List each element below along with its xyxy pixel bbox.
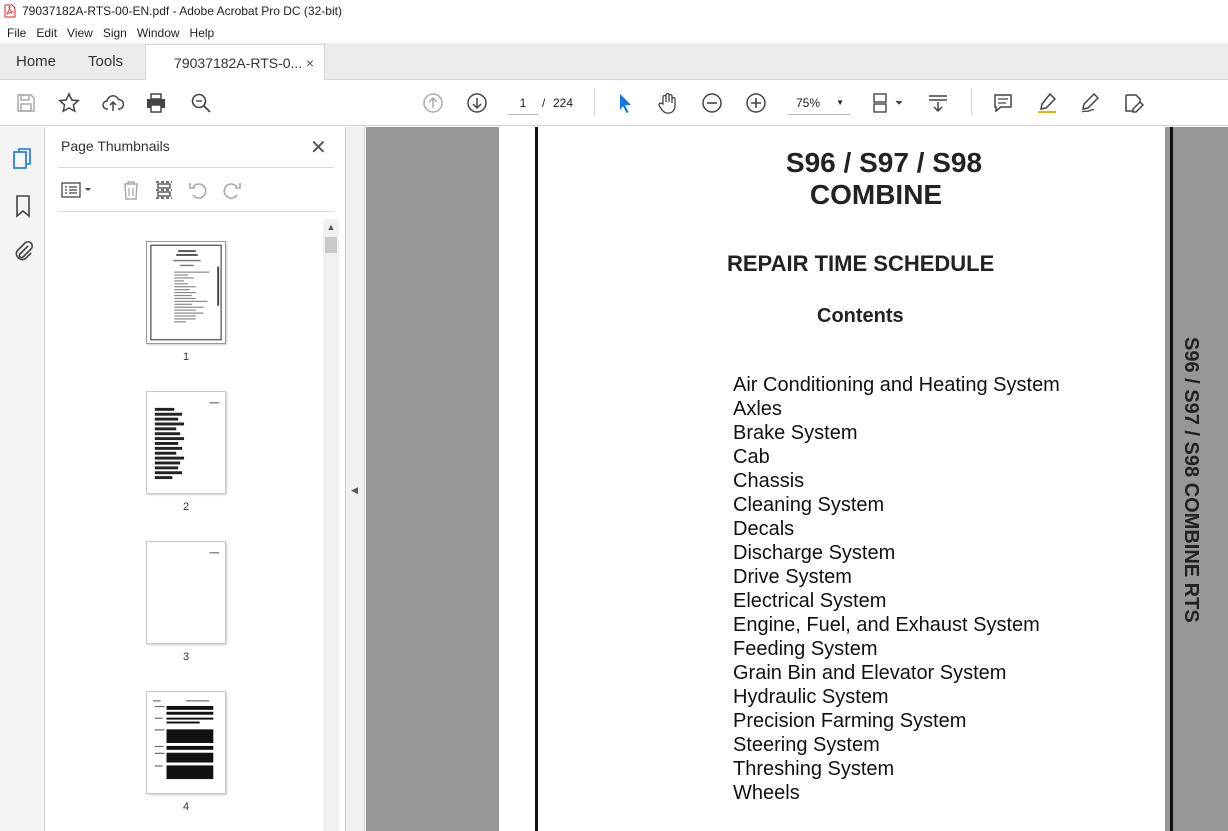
main-toolbar: 1 / 224 75% ▼ <box>0 80 1228 126</box>
print-icon[interactable] <box>144 91 168 115</box>
chevron-down-icon: ▼ <box>836 98 844 107</box>
toc-item: Engine, Fuel, and Exhaust System <box>733 614 1040 636</box>
page-fit-icon[interactable] <box>870 91 906 115</box>
document-title: S96 / S97 / S98 <box>785 147 983 178</box>
highlight-icon[interactable] <box>1035 91 1059 115</box>
thumbnail-page-number: 2 <box>182 501 190 513</box>
divider <box>58 211 334 212</box>
toc-item: Precision Farming System <box>733 710 967 732</box>
navigation-rail <box>0 127 45 831</box>
edit-pdf-icon[interactable] <box>1122 91 1146 115</box>
toolbar-divider <box>971 88 972 116</box>
document-subtitle: REPAIR TIME SCHEDULE <box>727 251 995 276</box>
tab-document-label: 79037182A-RTS-0... <box>174 54 303 71</box>
toc-item: Drive System <box>733 566 852 588</box>
save-icon[interactable] <box>14 91 38 115</box>
thumbnail-page-number: 4 <box>182 801 190 813</box>
tab-close-icon[interactable]: × <box>306 55 314 71</box>
bookmark-star-icon[interactable] <box>57 91 81 115</box>
thumbnail-page[interactable] <box>146 391 226 494</box>
toc-item: Air Conditioning and Heating System <box>733 374 1060 396</box>
zoom-level-value: 75% <box>796 96 821 110</box>
scrollbar-thumb[interactable] <box>325 237 337 253</box>
acrobat-app-icon <box>4 4 16 18</box>
tab-document[interactable]: 79037182A-RTS-0... × <box>145 44 326 80</box>
toc-item: Electrical System <box>733 590 887 612</box>
thumbnail-page-number: 3 <box>182 651 190 663</box>
toc-item: Threshing System <box>733 758 895 780</box>
select-cursor-icon[interactable] <box>613 91 637 115</box>
close-icon[interactable]: ✕ <box>310 135 327 160</box>
menu-window[interactable]: Window <box>132 26 185 40</box>
comment-icon[interactable] <box>991 91 1015 115</box>
toolbar-divider <box>594 88 595 116</box>
pdf-page: S96 / S97 / S98 COMBINE REPAIR TIME SCHE… <box>499 127 1202 831</box>
table-of-contents: Air Conditioning and Heating System Axle… <box>733 373 1060 805</box>
divider <box>58 167 334 168</box>
toc-item: Axles <box>733 398 782 420</box>
title-bar: 79037182A-RTS-00-EN.pdf - Adobe Acrobat … <box>0 0 1228 22</box>
document-viewer[interactable]: S96 / S97 / S98 COMBINE REPAIR TIME SCHE… <box>366 127 1228 831</box>
toc-item: Decals <box>733 518 795 540</box>
prev-page-icon[interactable] <box>421 91 445 115</box>
page-thumbnails-icon[interactable] <box>11 147 35 171</box>
upload-icon[interactable] <box>101 91 125 115</box>
zoom-in-icon[interactable] <box>744 91 768 115</box>
document-title-line2: COMBINE <box>809 179 943 210</box>
thumbnail-scrollbar[interactable]: ▲ <box>323 219 339 831</box>
page-number-input[interactable]: 1 <box>508 91 538 115</box>
panel-collapse-bar[interactable]: ◀ <box>346 127 365 831</box>
tab-bar: Home Tools 79037182A-RTS-0... × <box>0 43 1228 80</box>
collapse-arrow-icon[interactable]: ◀ <box>351 485 358 496</box>
bookmarks-icon[interactable] <box>11 194 35 218</box>
sign-icon[interactable] <box>1079 91 1103 115</box>
rotate-left-icon[interactable] <box>185 177 211 203</box>
menu-bar: File Edit View Sign Window Help <box>0 22 1228 43</box>
page-total: 224 <box>553 96 574 110</box>
next-page-icon[interactable] <box>465 91 489 115</box>
thumbnail-page[interactable] <box>146 691 226 794</box>
menu-help[interactable]: Help <box>185 26 220 40</box>
toc-item: Brake System <box>733 422 858 444</box>
menu-edit[interactable]: Edit <box>31 26 62 40</box>
hand-icon[interactable] <box>656 91 680 115</box>
toc-item: Grain Bin and Elevator System <box>733 662 1007 684</box>
rotate-right-icon[interactable] <box>219 177 245 203</box>
toc-item: Chassis <box>733 470 805 492</box>
toc-item: Cleaning System <box>733 494 885 516</box>
window-title: 79037182A-RTS-00-EN.pdf - Adobe Acrobat … <box>22 4 342 18</box>
scroll-mode-icon[interactable] <box>926 91 950 115</box>
toc-item: Steering System <box>733 734 880 756</box>
page-thumbnails-panel: Page Thumbnails ✕ 1 2 3 4 ▲ <box>46 127 346 831</box>
page-separator: / <box>542 96 546 110</box>
search-icon[interactable] <box>189 91 213 115</box>
scroll-up-icon[interactable]: ▲ <box>323 219 339 235</box>
menu-file[interactable]: File <box>2 26 31 40</box>
extract-pages-icon[interactable] <box>151 177 177 203</box>
menu-view[interactable]: View <box>62 26 98 40</box>
toc-item: Discharge System <box>733 542 896 564</box>
tab-home[interactable]: Home <box>0 43 72 79</box>
zoom-out-icon[interactable] <box>700 91 724 115</box>
thumbnail-page[interactable] <box>146 541 226 644</box>
menu-sign[interactable]: Sign <box>98 26 132 40</box>
attachments-icon[interactable] <box>11 239 35 263</box>
panel-title: Page Thumbnails <box>61 138 170 154</box>
toc-item: Wheels <box>733 782 800 804</box>
contents-heading: Contents <box>817 305 904 327</box>
options-menu-icon[interactable] <box>60 177 96 203</box>
zoom-level-select[interactable]: 75% ▼ <box>788 91 850 115</box>
thumbnail-page[interactable] <box>146 241 226 344</box>
thumbnail-page-number: 1 <box>182 351 190 363</box>
tab-tools[interactable]: Tools <box>72 43 139 79</box>
thumbnail-toolbar <box>58 175 334 205</box>
toc-item: Feeding System <box>733 638 878 660</box>
toc-item: Hydraulic System <box>733 686 889 708</box>
delete-icon[interactable] <box>118 177 144 203</box>
thumbnail-list: 1 2 3 4 <box>46 219 322 831</box>
side-label: S96 / S97 / S98 COMBINE RTS <box>1180 337 1202 623</box>
toc-item: Cab <box>733 446 770 468</box>
